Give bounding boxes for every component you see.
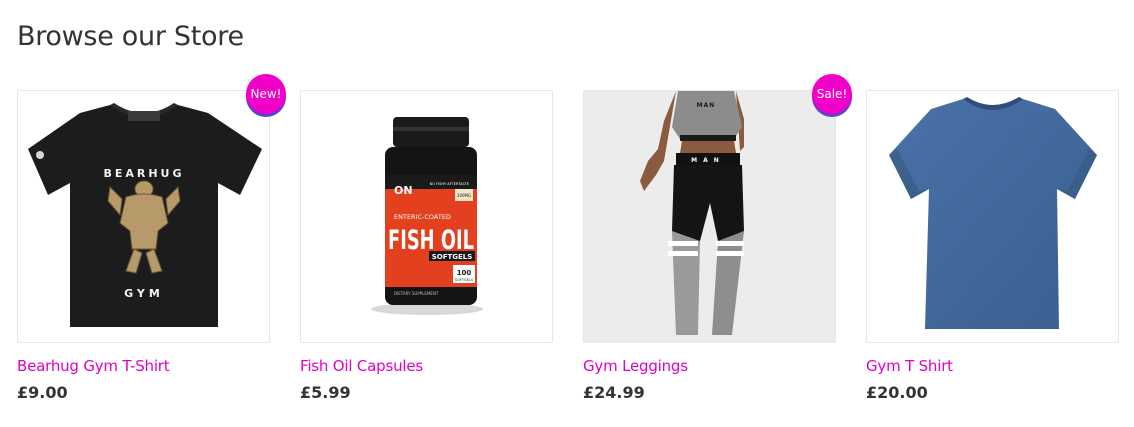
supplement-bottle-image: ON NO FISHY AFTERTASTE 300MG ENTERIC-COA… [371, 117, 483, 315]
product-price: £5.99 [300, 383, 351, 402]
product-title-link[interactable]: Gym T Shirt [866, 357, 1119, 375]
store-page: Browse our Store New! BEARHUG GYM Bearhu… [0, 0, 1134, 427]
page-title: Browse our Store [17, 21, 244, 52]
brand-logo: ON [394, 184, 413, 197]
bottle-footer: DIETARY SUPPLEMENT [394, 291, 439, 296]
product-title-link[interactable]: Gym Leggings [583, 357, 836, 375]
product-card: Sale! MAN MAN Gym Leggings £24.99 [583, 74, 852, 402]
bottle-dose: 300MG [457, 193, 471, 198]
product-card: New! BEARHUG GYM Bearhug Gym T-Shirt £9.… [17, 74, 286, 402]
bottle-count: 100 [457, 269, 472, 277]
product-price: £24.99 [583, 383, 645, 402]
product-grid: New! BEARHUG GYM Bearhug Gym T-Shirt £9.… [17, 74, 1119, 402]
product-image-link[interactable]: MAN MAN [583, 90, 836, 343]
waistband-text: MAN [691, 157, 725, 164]
product-title-link[interactable]: Bearhug Gym T-Shirt [17, 357, 270, 375]
product-image-link[interactable] [866, 90, 1119, 343]
shirt-print-top: BEARHUG [103, 167, 184, 180]
shirt-print-bottom: GYM [124, 287, 164, 300]
bottle-enteric: ENTERIC-COATED [394, 213, 451, 221]
product-image-link[interactable]: ON NO FISHY AFTERTASTE 300MG ENTERIC-COA… [300, 90, 553, 343]
bottle-note: NO FISHY AFTERTASTE [430, 182, 469, 186]
new-badge: New! [246, 74, 286, 114]
product-card: ON NO FISHY AFTERTASTE 300MG ENTERIC-COA… [300, 90, 553, 402]
bottle-form: SOFTGELS [432, 253, 473, 261]
product-image-link[interactable]: BEARHUG GYM [17, 90, 270, 343]
sale-badge: Sale! [812, 74, 852, 114]
product-card: Gym T Shirt £20.00 [866, 90, 1119, 402]
black-tshirt-image: BEARHUG GYM [28, 103, 262, 327]
product-price: £20.00 [866, 383, 928, 402]
bra-band-text: MAN [697, 102, 716, 109]
gym-leggings-image: MAN MAN [584, 91, 835, 342]
product-price: £9.00 [17, 383, 68, 402]
bottle-count-unit: SOFTGELS [455, 278, 474, 282]
blue-tshirt-image [889, 97, 1097, 329]
product-title-link[interactable]: Fish Oil Capsules [300, 357, 553, 375]
